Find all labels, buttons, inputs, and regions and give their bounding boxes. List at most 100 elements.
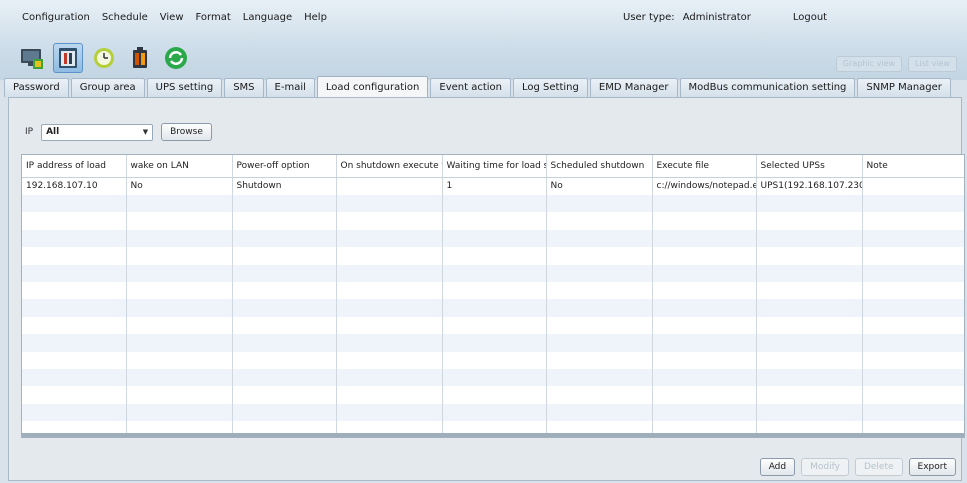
empty-cell bbox=[232, 368, 337, 387]
chevron-down-icon: ▼ bbox=[142, 128, 149, 136]
menu-help[interactable]: Help bbox=[304, 12, 327, 26]
load-table: IP address of load wake on LAN Power-off… bbox=[21, 154, 965, 438]
empty-cell bbox=[862, 229, 964, 248]
empty-cell bbox=[232, 212, 337, 230]
empty-cell bbox=[546, 351, 653, 369]
empty-cell bbox=[546, 403, 653, 422]
battery-icon bbox=[133, 47, 147, 68]
empty-cell bbox=[232, 334, 337, 352]
empty-cell bbox=[126, 299, 233, 317]
table-row-empty bbox=[22, 195, 964, 213]
tab-snmp-manager[interactable]: SNMP Manager bbox=[857, 78, 951, 97]
empty-cell bbox=[336, 212, 443, 230]
table-row-empty bbox=[22, 403, 964, 422]
empty-cell bbox=[22, 247, 127, 265]
col-power-off-option[interactable]: Power-off option bbox=[232, 155, 337, 178]
table-row[interactable]: 192.168.107.10 No Shutdown 1 No c://wind… bbox=[22, 177, 964, 195]
empty-cell bbox=[862, 247, 964, 265]
graphic-view-button[interactable]: Graphic view bbox=[835, 56, 903, 72]
horizontal-scrollbar[interactable] bbox=[22, 433, 964, 437]
export-button[interactable]: Export bbox=[908, 458, 956, 476]
delete-button[interactable]: Delete bbox=[854, 458, 903, 476]
empty-cell bbox=[126, 334, 233, 352]
ip-filter-label: IP bbox=[25, 127, 34, 137]
ip-filter-value: All bbox=[46, 127, 60, 137]
empty-cell bbox=[756, 264, 863, 282]
user-type-value: Administrator bbox=[682, 12, 751, 23]
col-on-shutdown-execute[interactable]: On shutdown execute f bbox=[336, 155, 443, 178]
empty-cell bbox=[232, 351, 337, 369]
modify-button[interactable]: Modify bbox=[801, 458, 849, 476]
empty-cell bbox=[336, 316, 443, 335]
table-row-empty bbox=[22, 368, 964, 387]
schedule-button[interactable] bbox=[89, 43, 119, 73]
menu-schedule[interactable]: Schedule bbox=[102, 12, 148, 26]
refresh-icon bbox=[165, 47, 187, 69]
empty-cell bbox=[652, 334, 757, 352]
tab-modbus-setting[interactable]: ModBus communication setting bbox=[679, 78, 856, 97]
empty-cell bbox=[756, 403, 863, 422]
empty-cell bbox=[126, 368, 233, 387]
empty-cell bbox=[862, 195, 964, 213]
logout-link[interactable]: Logout bbox=[793, 12, 827, 23]
cell-waiting-time: 1 bbox=[442, 177, 547, 195]
col-wake-on-lan[interactable]: wake on LAN bbox=[126, 155, 233, 178]
tab-sms[interactable]: SMS bbox=[224, 78, 264, 97]
tab-group-area[interactable]: Group area bbox=[70, 78, 145, 97]
empty-cell bbox=[862, 212, 964, 230]
empty-cell bbox=[546, 299, 653, 317]
col-note[interactable]: Note bbox=[862, 155, 964, 178]
empty-cell bbox=[22, 334, 127, 352]
empty-cell bbox=[232, 316, 337, 335]
table-row-empty bbox=[22, 281, 964, 300]
table-row-empty bbox=[22, 334, 964, 352]
table-row-empty bbox=[22, 299, 964, 317]
tab-log-setting[interactable]: Log Setting bbox=[513, 78, 588, 97]
list-view-button[interactable]: List view bbox=[908, 56, 957, 72]
config-tools-button[interactable] bbox=[53, 43, 83, 73]
menu-language[interactable]: Language bbox=[243, 12, 292, 26]
empty-cell bbox=[336, 247, 443, 265]
empty-cell bbox=[126, 386, 233, 404]
tab-load-configuration[interactable]: Load configuration bbox=[316, 76, 429, 97]
empty-cell bbox=[22, 264, 127, 282]
refresh-button[interactable] bbox=[161, 43, 191, 73]
col-execute-file[interactable]: Execute file bbox=[652, 155, 757, 178]
col-selected-upss[interactable]: Selected UPSs bbox=[756, 155, 863, 178]
col-waiting-time[interactable]: Waiting time for load s bbox=[442, 155, 547, 178]
empty-cell bbox=[126, 229, 233, 248]
empty-cell bbox=[442, 351, 547, 369]
col-ip-address[interactable]: IP address of load bbox=[22, 155, 127, 178]
col-scheduled-shutdown[interactable]: Scheduled shutdown bbox=[546, 155, 653, 178]
add-button[interactable]: Add bbox=[759, 458, 796, 476]
tab-event-action[interactable]: Event action bbox=[430, 78, 512, 97]
empty-cell bbox=[756, 281, 863, 300]
browse-button[interactable]: Browse bbox=[161, 123, 212, 141]
monitor-button[interactable] bbox=[17, 43, 47, 73]
empty-cell bbox=[652, 351, 757, 369]
empty-cell bbox=[336, 299, 443, 317]
menu-format[interactable]: Format bbox=[196, 12, 231, 26]
empty-cell bbox=[546, 386, 653, 404]
config-tools-icon bbox=[59, 48, 77, 68]
empty-cell bbox=[442, 195, 547, 213]
tab-ups-setting[interactable]: UPS setting bbox=[146, 78, 223, 97]
empty-cell bbox=[862, 299, 964, 317]
menu-view[interactable]: View bbox=[160, 12, 184, 26]
menu-configuration[interactable]: Configuration bbox=[22, 12, 90, 26]
table-row-empty bbox=[22, 264, 964, 282]
empty-cell bbox=[652, 264, 757, 282]
empty-cell bbox=[336, 264, 443, 282]
tab-emd-manager[interactable]: EMD Manager bbox=[589, 78, 678, 97]
ip-filter-select[interactable]: All ▼ bbox=[41, 123, 154, 141]
empty-cell bbox=[546, 281, 653, 300]
ip-filter-row: IP All ▼ Browse bbox=[25, 123, 212, 141]
tab-email[interactable]: E-mail bbox=[265, 78, 315, 97]
empty-cell bbox=[336, 386, 443, 404]
empty-cell bbox=[336, 403, 443, 422]
tab-password[interactable]: Password bbox=[4, 78, 69, 97]
empty-cell bbox=[442, 264, 547, 282]
empty-cell bbox=[756, 247, 863, 265]
empty-cell bbox=[442, 316, 547, 335]
battery-button[interactable] bbox=[125, 43, 155, 73]
